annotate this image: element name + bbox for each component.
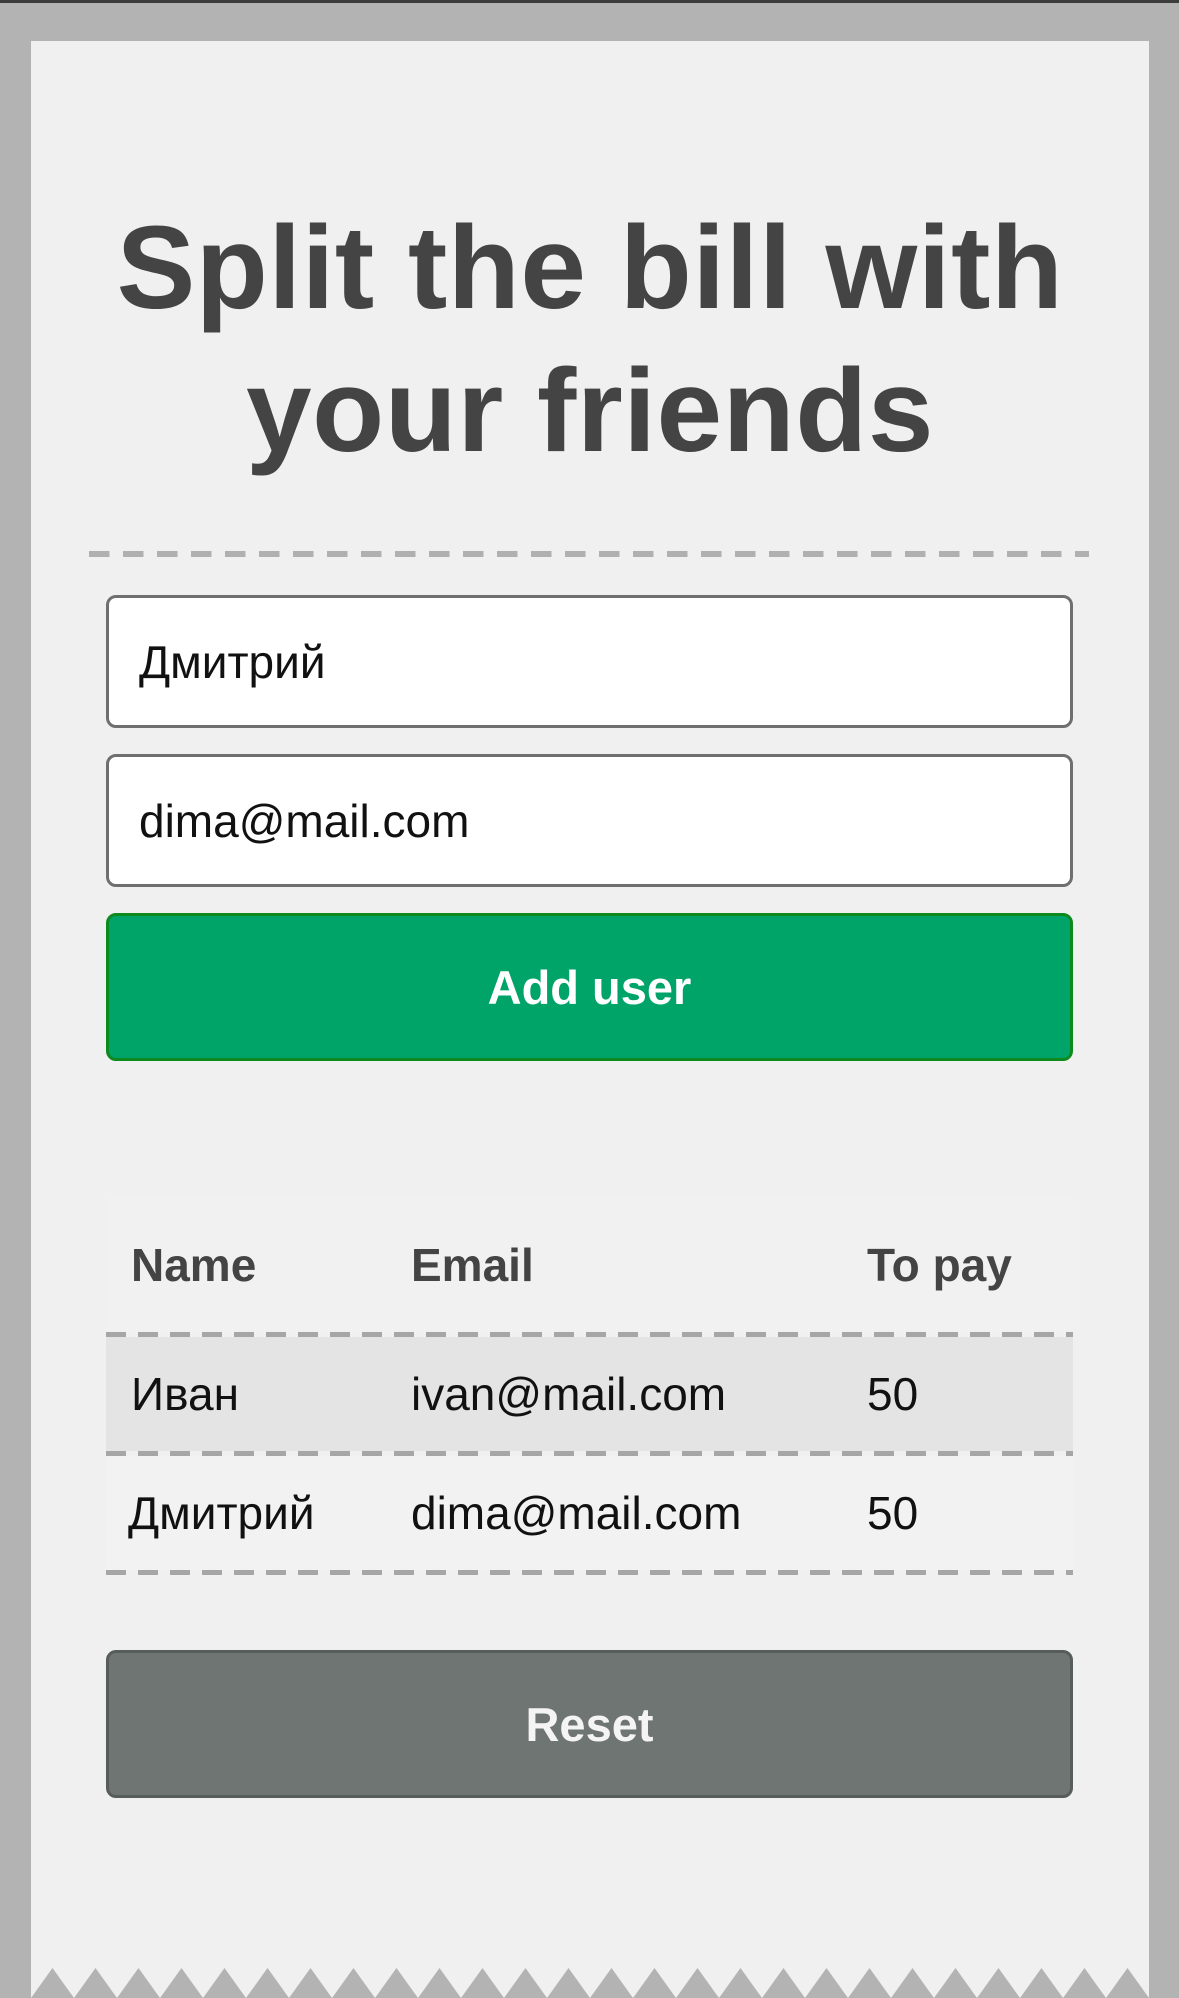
cell-to-pay: 50 <box>867 1487 919 1539</box>
receipt-card: Split the bill with your friends Add use… <box>31 41 1149 1998</box>
header-email: Email <box>411 1239 534 1291</box>
table-row: Дмитрий dima@mail.com 50 <box>106 1456 1073 1570</box>
name-input[interactable] <box>106 595 1073 728</box>
row-divider <box>106 1570 1073 1575</box>
table-row: Иван ivan@mail.com 50 <box>106 1337 1073 1451</box>
cell-email: ivan@mail.com <box>411 1368 727 1420</box>
title-divider <box>89 551 1089 557</box>
reset-button[interactable]: Reset <box>106 1650 1073 1798</box>
page-title: Split the bill with your friends <box>116 202 1064 477</box>
receipt-torn-edge <box>31 1968 1149 1998</box>
header-to-pay: To pay <box>867 1239 1012 1291</box>
cell-name: Дмитрий <box>128 1487 315 1539</box>
users-table: Name Email To pay Иван ivan@mail.com 50 … <box>106 1198 1073 1575</box>
cell-email: dima@mail.com <box>411 1487 742 1539</box>
cell-name: Иван <box>131 1368 239 1420</box>
cell-to-pay: 50 <box>867 1368 919 1420</box>
header-name: Name <box>131 1239 257 1291</box>
table-header: Name Email To pay <box>106 1198 1073 1332</box>
add-user-button[interactable]: Add user <box>106 913 1073 1061</box>
email-input[interactable] <box>106 754 1073 887</box>
